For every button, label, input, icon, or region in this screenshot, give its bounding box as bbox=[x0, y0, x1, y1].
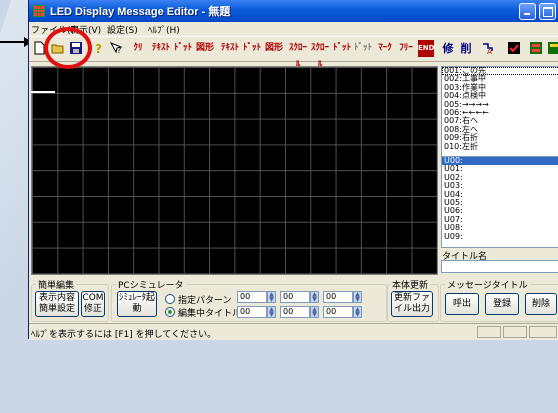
pattern-spinner-3[interactable]: 00 bbox=[323, 291, 353, 303]
title-spinner-3[interactable]: 00 bbox=[323, 306, 353, 318]
annotation-arrow-line bbox=[0, 41, 26, 43]
status-text: ﾍﾙﾌﾟを表示するには [F1] を押してください。 bbox=[31, 330, 217, 340]
pattern-spinner-2[interactable]: 00 bbox=[280, 291, 310, 303]
end-button[interactable]: END bbox=[418, 40, 434, 57]
register-button[interactable]: 登録 bbox=[485, 293, 519, 315]
pattern-spinner-1-buttons[interactable]: ▲ ▼ bbox=[267, 291, 276, 303]
list-item[interactable]: 010:左折 bbox=[442, 142, 558, 151]
pattern-spinner-1[interactable]: 00 bbox=[237, 291, 267, 303]
delete-button[interactable]: 削除 bbox=[525, 293, 557, 315]
led-app-icon bbox=[33, 5, 45, 17]
help-icon[interactable]: ? bbox=[91, 41, 105, 55]
title-spinner-3-buttons[interactable]: ▲ ▼ bbox=[353, 306, 362, 318]
user-message-list[interactable]: U00: U01: U02: U03: U04: U05: U06: U07: … bbox=[441, 156, 558, 248]
status-panel-2 bbox=[503, 326, 527, 338]
context-help-icon[interactable]: ? bbox=[109, 41, 123, 55]
shape-tool-2-button[interactable]: 図形 bbox=[264, 40, 284, 57]
menu-settings[interactable]: 設定(S) bbox=[107, 23, 138, 36]
message-title-group-label: メッセージタイトル bbox=[445, 278, 530, 291]
pc-simulator-group-label: PCシミュレータ bbox=[116, 278, 186, 291]
minimize-button[interactable] bbox=[519, 3, 536, 20]
pattern-spinner-3-buttons[interactable]: ▲ ▼ bbox=[353, 291, 362, 303]
window-title: LED Display Message Editor - 無題 bbox=[50, 6, 231, 18]
radio-specified-pattern-label: 指定パターン bbox=[178, 296, 232, 306]
status-panel-3 bbox=[529, 326, 557, 338]
status-panel-1 bbox=[477, 326, 501, 338]
toolbar: ? ? ｸﾘ ﾃｷｽﾄ ﾄﾞｯﾄ 図形 ﾃｷｽﾄ ﾄﾞｯﾄ 図形 ｽｸﾛｰﾙ ｽ… bbox=[29, 36, 558, 70]
title-name-field[interactable] bbox=[441, 260, 558, 273]
mark-tool-button[interactable]: ﾏｰｸ bbox=[376, 40, 394, 57]
menu-bar: ファイル(F) 表示(V) 設定(S) ﾍﾙﾌﾟ(H) bbox=[29, 22, 558, 36]
message-list[interactable]: 001:この先 002:工事中 003:作業中 004:点検中 005:→→→→… bbox=[441, 66, 558, 160]
dot-tool-2-button[interactable]: ﾄﾞｯﾄ bbox=[242, 40, 262, 57]
maximize-button[interactable] bbox=[539, 3, 556, 20]
scroll-tool-button[interactable]: ｽｸﾛｰﾙ bbox=[288, 40, 308, 70]
pattern-spinner-2-buttons[interactable]: ▲ ▼ bbox=[310, 291, 319, 303]
com-fix-button[interactable]: COM修正 bbox=[81, 291, 105, 317]
led-display-canvas[interactable] bbox=[31, 66, 438, 275]
title-bar[interactable]: LED Display Message Editor - 無題 bbox=[29, 0, 558, 22]
check-icon[interactable] bbox=[507, 41, 521, 55]
title-spinner-1-buttons[interactable]: ▲ ▼ bbox=[267, 306, 276, 318]
text-tool-2-button[interactable]: ﾃｷｽﾄ bbox=[220, 40, 240, 57]
title-spinner-2-buttons[interactable]: ▲ ▼ bbox=[310, 306, 319, 318]
radio-editing-title-label: 編集中タイトル bbox=[178, 309, 242, 319]
title-spinner-1[interactable]: 00 bbox=[237, 306, 267, 318]
svg-text:?: ? bbox=[95, 42, 102, 55]
update-file-output-button[interactable]: 更新ファイル出力 bbox=[391, 291, 433, 317]
title-spinner-2[interactable]: 00 bbox=[280, 306, 310, 318]
dot-scroll-button[interactable]: ﾄﾞｯﾄ bbox=[332, 40, 352, 57]
status-bar: ﾍﾙﾌﾟを表示するには [F1] を押してください。 bbox=[29, 323, 558, 340]
display-settings-button[interactable]: 表示内容簡単設定 bbox=[35, 291, 79, 317]
shape-tool-button[interactable]: 図形 bbox=[195, 40, 215, 57]
simple-edit-group-label: 簡単編集 bbox=[36, 278, 77, 291]
radio-specified-pattern[interactable] bbox=[165, 294, 175, 304]
delete-tool-button[interactable]: 削 bbox=[459, 40, 473, 57]
simulator-start-button[interactable]: ｼﾐｭﾚｰﾀ起動 bbox=[117, 291, 157, 317]
modify-button[interactable]: 修 bbox=[441, 40, 455, 57]
display-icon[interactable] bbox=[529, 41, 543, 55]
insert-icon[interactable]: A bbox=[481, 41, 495, 55]
svg-text:?: ? bbox=[117, 46, 121, 55]
scroll-tool-2-button[interactable]: ｽｸﾛｰﾙ bbox=[310, 40, 330, 70]
app-window: LED Display Message Editor - 無題 ファイル(F) … bbox=[28, 0, 558, 340]
dot-tool-button[interactable]: ﾄﾞｯﾄ bbox=[173, 40, 193, 57]
menu-help[interactable]: ﾍﾙﾌﾟ(H) bbox=[148, 23, 180, 36]
device-update-group-label: 本体更新 bbox=[390, 278, 431, 291]
radio-editing-title[interactable] bbox=[165, 307, 175, 317]
free-tool-button[interactable]: ﾌﾘｰ bbox=[397, 40, 415, 57]
svg-text:A: A bbox=[487, 48, 492, 55]
clear-tool-button[interactable]: ｸﾘ bbox=[129, 40, 147, 57]
list-item[interactable]: U09: bbox=[442, 232, 558, 241]
call-button[interactable]: 呼出 bbox=[445, 293, 479, 315]
text-tool-button[interactable]: ﾃｷｽﾄ bbox=[151, 40, 171, 57]
dot-scroll-2-button[interactable]: ﾄﾞｯﾄ bbox=[354, 40, 372, 57]
led-cursor bbox=[31, 91, 55, 93]
annotation-highlight-circle bbox=[44, 27, 92, 69]
display-2-icon[interactable] bbox=[547, 41, 558, 55]
